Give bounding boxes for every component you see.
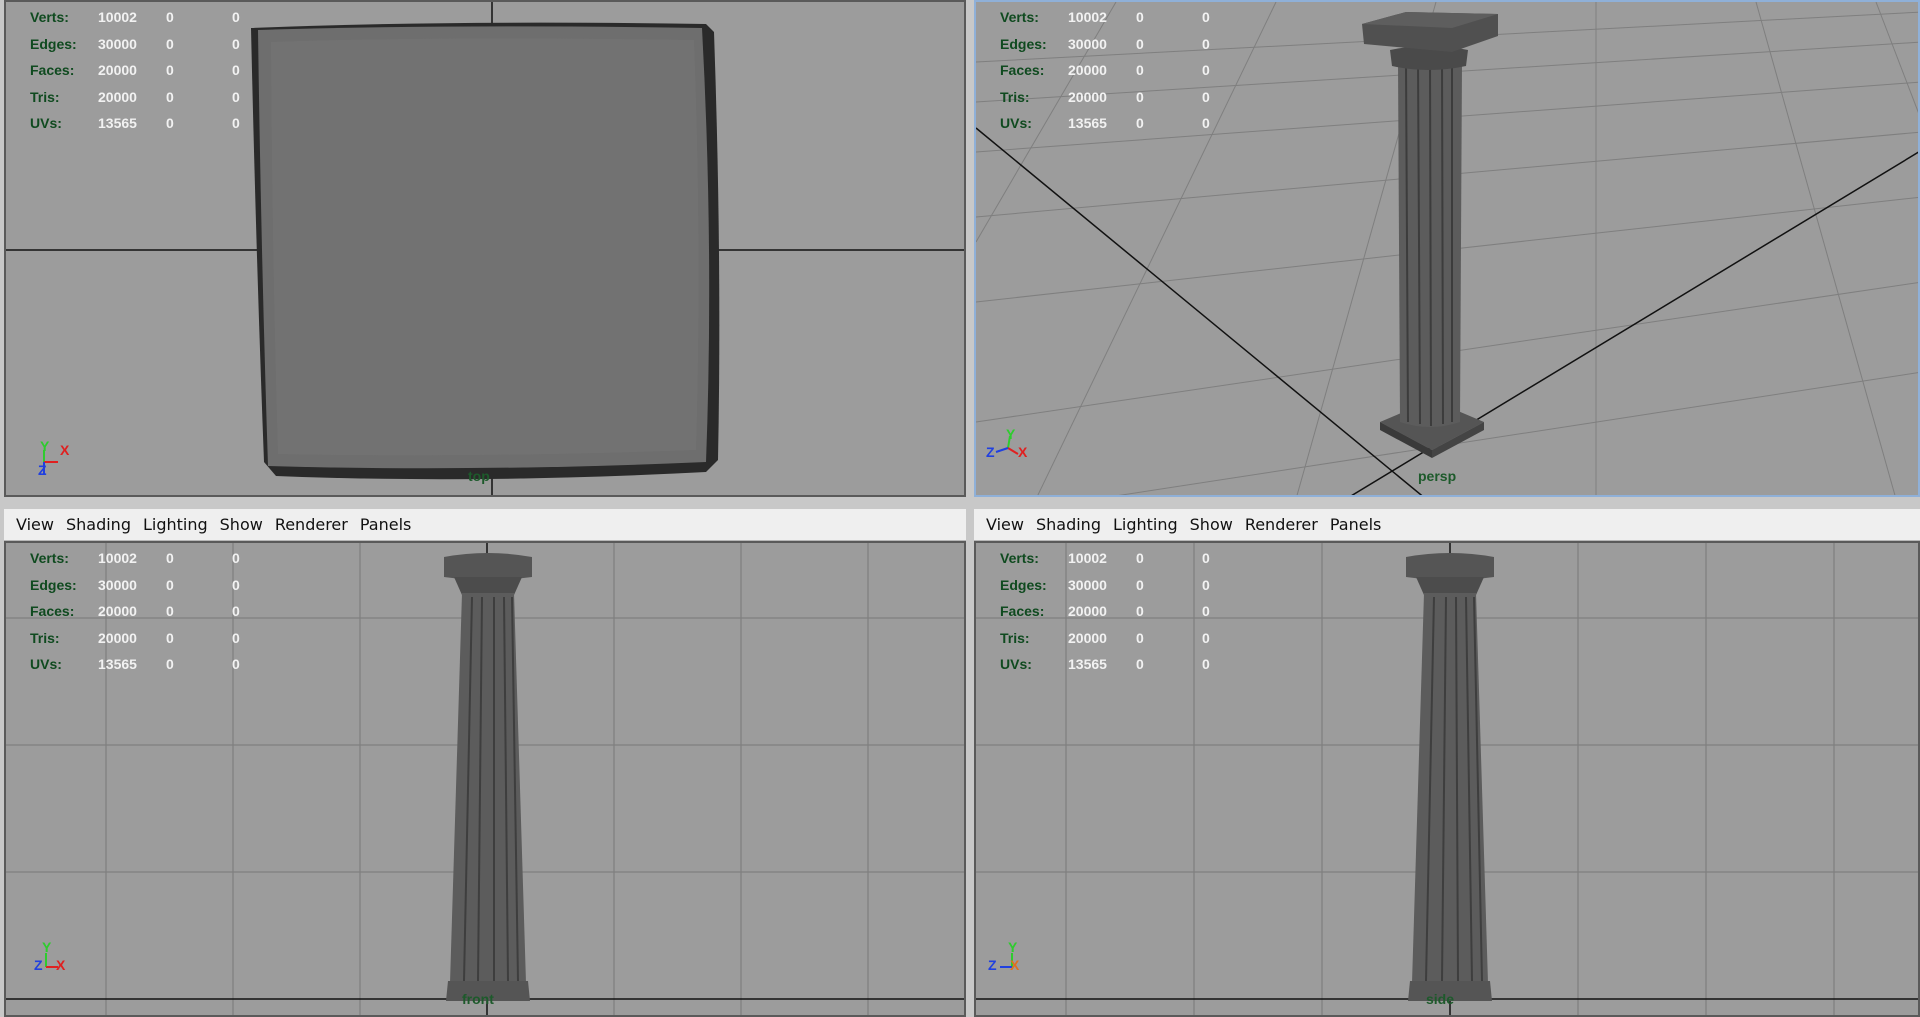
axis-x-label: X bbox=[1010, 957, 1020, 973]
hud-row-tris: Tris: 20000 0 0 bbox=[30, 88, 240, 105]
hud-row-edges: Edges: 30000 0 0 bbox=[30, 576, 240, 593]
axis-z-label: Z bbox=[34, 957, 43, 973]
viewport-top[interactable]: top Y X Z Verts: 10002 0 0 Edges: 30000 0 0 Fa… bbox=[4, 0, 966, 497]
axis-y-label: Y bbox=[1008, 939, 1018, 955]
hud-row-faces: Faces: 20000 0 0 bbox=[1000, 603, 1210, 619]
axis-x-label: X bbox=[1018, 444, 1028, 460]
menu-panels[interactable]: Panels bbox=[1324, 509, 1388, 541]
axis-z-label: Z bbox=[988, 957, 997, 973]
menu-lighting[interactable]: Lighting bbox=[1107, 509, 1184, 541]
hud-row-verts: Verts: 10002 0 0 bbox=[30, 550, 240, 566]
menubar-side: View Shading Lighting Show Renderer Panels bbox=[974, 509, 1920, 541]
menubar-front: View Shading Lighting Show Renderer Panels bbox=[4, 509, 966, 541]
hud-row-verts: Verts: 10002 0 0 bbox=[30, 9, 240, 25]
camera-label-front: front bbox=[462, 991, 494, 1007]
column-persp bbox=[1362, 12, 1498, 458]
axis-x-label: X bbox=[60, 442, 70, 458]
axis-x-label: X bbox=[56, 957, 66, 973]
viewport-persp[interactable]: persp Y Z X Verts: 10002 0 0 Edges: 30000 0 0 … bbox=[974, 0, 1920, 497]
camera-label-persp: persp bbox=[1418, 468, 1457, 484]
axis-y-label: Y bbox=[1006, 426, 1016, 442]
hud-row-verts: Verts: 10002 0 0 bbox=[1000, 550, 1210, 566]
hud-row-faces: Faces: 20000 0 0 bbox=[1000, 62, 1210, 78]
axis-indicator-front: Y Z X bbox=[34, 939, 76, 983]
poly-count-hud-top: Verts: 10002 0 0 Edges: 30000 0 0 Faces: 20000 0… bbox=[30, 4, 240, 137]
column-side bbox=[1406, 553, 1494, 1001]
axis-z-label: Z bbox=[986, 444, 995, 460]
hud-row-uvs: UVs: 13565 0 0 bbox=[1000, 115, 1210, 131]
menu-renderer[interactable]: Renderer bbox=[1239, 509, 1324, 541]
menu-view[interactable]: View bbox=[4, 509, 60, 541]
hud-row-edges: Edges: 30000 0 0 bbox=[30, 35, 240, 52]
hud-row-faces: Faces: 20000 0 0 bbox=[30, 603, 240, 619]
menu-panels[interactable]: Panels bbox=[354, 509, 418, 541]
column-front bbox=[444, 553, 532, 1001]
axis-z-label: Z bbox=[38, 462, 47, 478]
axis-indicator-side: Y Z X bbox=[988, 939, 1028, 983]
menu-show[interactable]: Show bbox=[214, 509, 269, 541]
axis-y-label: Y bbox=[40, 438, 50, 454]
poly-count-hud-persp: Verts: 10002 0 0 Edges: 30000 0 0 Faces: 20000 0… bbox=[1000, 4, 1210, 137]
viewport-side[interactable]: side Y Z X Verts: 10002 0 0 Edges: 30000 0 0 F… bbox=[974, 541, 1920, 1017]
menu-shading[interactable]: Shading bbox=[60, 509, 137, 541]
hud-row-uvs: UVs: 13565 0 0 bbox=[30, 115, 240, 131]
axis-indicator-top: Y X Z bbox=[36, 438, 76, 484]
hud-row-verts: Verts: 10002 0 0 bbox=[1000, 9, 1210, 25]
axis-y-label: Y bbox=[42, 939, 52, 955]
menu-view[interactable]: View bbox=[974, 509, 1030, 541]
hud-row-tris: Tris: 20000 0 0 bbox=[1000, 629, 1210, 646]
camera-label-top: top bbox=[468, 468, 490, 484]
menu-show[interactable]: Show bbox=[1184, 509, 1239, 541]
hud-row-uvs: UVs: 13565 0 0 bbox=[1000, 656, 1210, 672]
hud-row-tris: Tris: 20000 0 0 bbox=[1000, 88, 1210, 105]
menu-lighting[interactable]: Lighting bbox=[137, 509, 214, 541]
axis-indicator-persp: Y Z X bbox=[986, 426, 1028, 468]
viewport-front[interactable]: front Y Z X Verts: 10002 0 0 Edges: 30000 0 0 … bbox=[4, 541, 966, 1017]
poly-count-hud-front: Verts: 10002 0 0 Edges: 30000 0 0 Faces: 20000 0… bbox=[30, 545, 240, 678]
poly-count-hud-side: Verts: 10002 0 0 Edges: 30000 0 0 Faces: 20000 0… bbox=[1000, 545, 1210, 678]
menu-renderer[interactable]: Renderer bbox=[269, 509, 354, 541]
hud-row-tris: Tris: 20000 0 0 bbox=[30, 629, 240, 646]
hud-row-uvs: UVs: 13565 0 0 bbox=[30, 656, 240, 672]
hud-row-edges: Edges: 30000 0 0 bbox=[1000, 576, 1210, 593]
camera-label-side: side bbox=[1426, 991, 1455, 1007]
hud-row-edges: Edges: 30000 0 0 bbox=[1000, 35, 1210, 52]
hud-row-faces: Faces: 20000 0 0 bbox=[30, 62, 240, 78]
menu-shading[interactable]: Shading bbox=[1030, 509, 1107, 541]
